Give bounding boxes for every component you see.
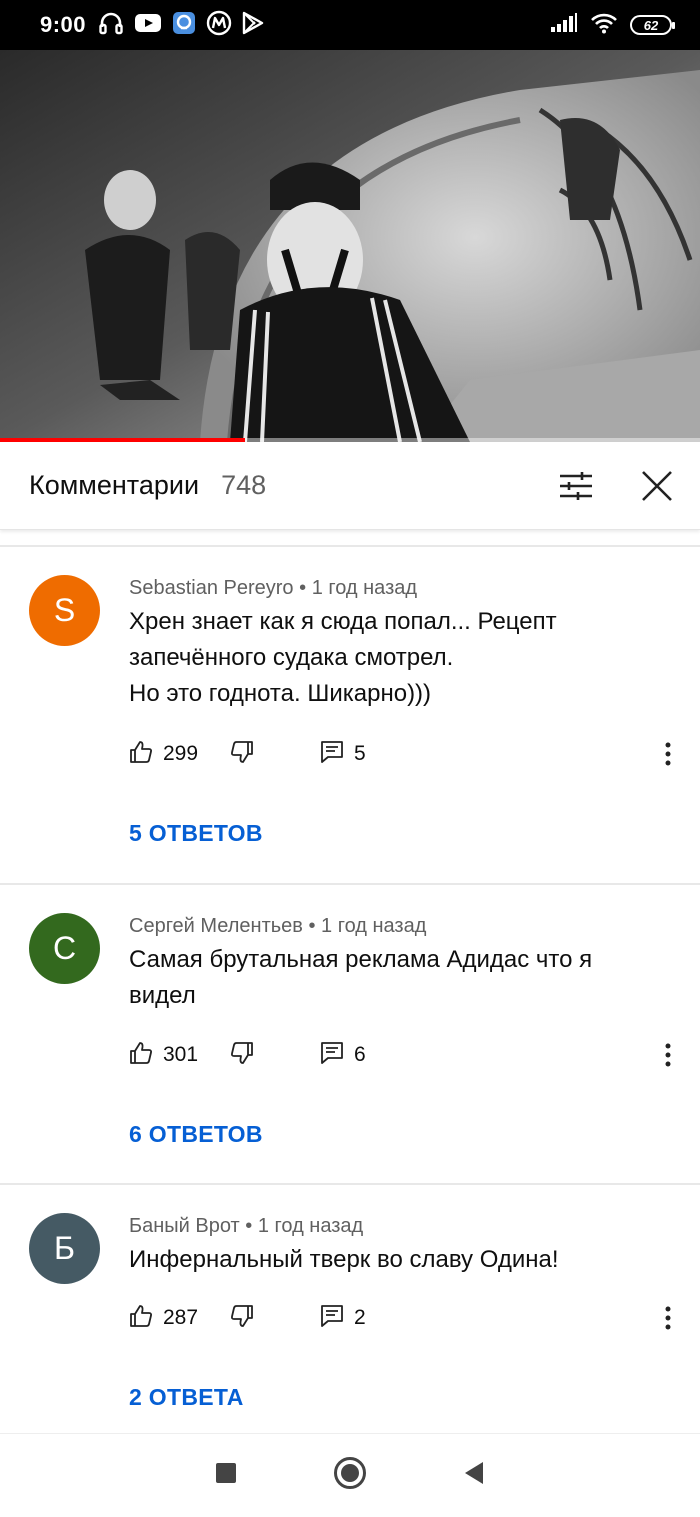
- comment-text-line: Хрен знает как я сюда попал... Рецепт: [129, 608, 557, 635]
- comment-text: Инфернальный тверк во славу Одина!: [129, 1242, 669, 1278]
- meta-separator: •: [308, 915, 316, 937]
- metro-icon: [206, 10, 232, 41]
- notification-icons: [98, 10, 264, 41]
- view-replies-button[interactable]: 6 ОТВЕТОВ: [129, 1121, 263, 1148]
- comment-time: 1 год назад: [311, 577, 418, 599]
- like-button[interactable]: 287: [129, 1304, 198, 1333]
- reply-count: 2: [354, 1306, 366, 1329]
- view-replies-button[interactable]: 2 ОТВЕТА: [129, 1384, 244, 1411]
- reply-count: 5: [354, 742, 366, 765]
- back-triangle-icon[interactable]: [462, 1460, 486, 1491]
- header-actions: [558, 469, 674, 503]
- meta-separator: •: [245, 1215, 253, 1237]
- headphones-icon: [98, 11, 124, 40]
- thumbs-down-icon: [230, 1041, 254, 1070]
- close-icon[interactable]: [640, 469, 674, 503]
- thumbs-up-icon: [129, 1041, 153, 1070]
- like-count: 287: [163, 1306, 199, 1329]
- comment-icon: [320, 740, 344, 769]
- comment-item: Б Баный Врот • 1 год назад Инфернальный …: [0, 1183, 700, 1433]
- sort-filter-icon[interactable]: [558, 471, 594, 501]
- meta-separator: •: [299, 577, 307, 599]
- reply-button[interactable]: 5: [320, 740, 366, 769]
- signal-icon: [550, 12, 578, 38]
- thumbs-down-icon: [230, 1304, 254, 1333]
- status-time: 9:00: [40, 12, 87, 37]
- status-bar: 9:00 62: [0, 0, 700, 50]
- view-replies-button[interactable]: 5 ОТВЕТОВ: [129, 820, 263, 847]
- like-button[interactable]: 299: [129, 740, 198, 769]
- reply-button[interactable]: 2: [320, 1304, 366, 1333]
- avatar[interactable]: S: [29, 575, 100, 646]
- battery-indicator: 62: [630, 15, 675, 35]
- comment-actions: 299 5: [129, 739, 678, 769]
- dislike-button[interactable]: [230, 740, 254, 769]
- comment-icon: [320, 1041, 344, 1070]
- system-nav-bar: [0, 1433, 700, 1517]
- comment-list: S Sebastian Pereyro • 1 год назад Хрен з…: [0, 545, 700, 1433]
- avatar[interactable]: С: [29, 913, 100, 984]
- thumbs-down-icon: [230, 740, 254, 769]
- more-options-icon[interactable]: [658, 742, 678, 766]
- more-options-icon[interactable]: [658, 1043, 678, 1067]
- comments-count: 748: [221, 470, 267, 500]
- comment-text: Самая брутальная реклама Адидас что я ви…: [129, 942, 669, 1014]
- wifi-icon: [590, 12, 618, 39]
- comment-actions: 287 2: [129, 1303, 678, 1333]
- comment-author[interactable]: Sebastian Pereyro: [129, 577, 294, 599]
- comment-text: Хрен знает как я сюда попал... Рецепт за…: [129, 604, 669, 712]
- youtube-icon: [134, 12, 162, 39]
- comment-icon: [320, 1304, 344, 1333]
- comments-header: Комментарии 748: [0, 442, 700, 530]
- comment-text-line: видел: [129, 982, 196, 1009]
- recents-square-icon[interactable]: [214, 1461, 238, 1490]
- gallery-app-icon: [172, 11, 196, 40]
- comment-meta: Sebastian Pereyro • 1 год назад: [129, 577, 417, 600]
- like-count: 299: [163, 742, 199, 765]
- video-frame: [0, 50, 700, 442]
- comment-actions: 301 6: [129, 1040, 678, 1070]
- like-count: 301: [163, 1043, 199, 1066]
- thumbs-up-icon: [129, 1304, 153, 1333]
- comment-meta: Баный Врот • 1 год назад: [129, 1215, 363, 1238]
- comment-time: 1 год назад: [257, 1215, 364, 1237]
- comment-author[interactable]: Сергей Мелентьев: [129, 915, 303, 937]
- dislike-button[interactable]: [230, 1304, 254, 1333]
- comment-item: С Сергей Мелентьев • 1 год назад Самая б…: [0, 883, 700, 1183]
- more-options-icon[interactable]: [658, 1306, 678, 1330]
- thumbs-up-icon: [129, 740, 153, 769]
- like-button[interactable]: 301: [129, 1041, 198, 1070]
- comments-title: Комментарии: [29, 470, 200, 500]
- video-player[interactable]: [0, 50, 700, 442]
- comment-time: 1 год назад: [321, 915, 427, 937]
- system-status: 62: [550, 12, 675, 39]
- reply-button[interactable]: 6: [320, 1041, 366, 1070]
- comment-item: S Sebastian Pereyro • 1 год назад Хрен з…: [0, 545, 700, 883]
- comment-text-line: Но это годнота. Шикарно))): [129, 680, 432, 707]
- comment-text-line: запечённого судака смотрел.: [129, 644, 454, 671]
- play-store-icon: [242, 11, 264, 40]
- comment-meta: Сергей Мелентьев • 1 год назад: [129, 915, 426, 938]
- comment-text-line: Инфернальный тверк во славу Одина!: [129, 1246, 559, 1273]
- comment-author[interactable]: Баный Врот: [129, 1215, 240, 1237]
- reply-count: 6: [354, 1043, 366, 1066]
- avatar[interactable]: Б: [29, 1213, 100, 1284]
- comment-text-line: Самая брутальная реклама Адидас что я: [129, 946, 593, 973]
- dislike-button[interactable]: [230, 1041, 254, 1070]
- home-circle-icon[interactable]: [333, 1456, 367, 1495]
